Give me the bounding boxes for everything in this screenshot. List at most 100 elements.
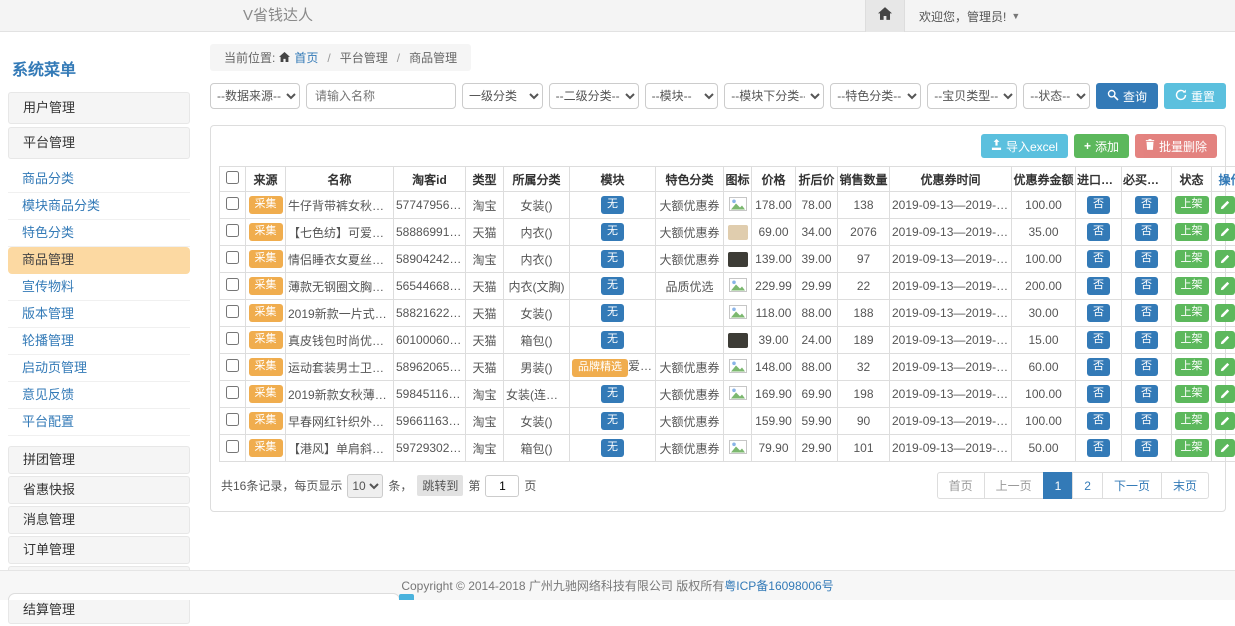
sidebar-sub-product-management[interactable]: 商品管理 xyxy=(8,247,190,274)
row-checkbox[interactable] xyxy=(226,386,239,399)
must-buy-toggle[interactable]: 否 xyxy=(1135,385,1158,402)
must-buy-toggle[interactable]: 否 xyxy=(1135,304,1158,321)
pagination-first[interactable]: 首页 xyxy=(937,472,985,499)
pagination-prev[interactable]: 上一页 xyxy=(984,472,1044,499)
import-select-toggle[interactable]: 否 xyxy=(1087,385,1110,402)
sidebar-sub-promo-material[interactable]: 宣传物料 xyxy=(8,274,190,301)
import-select-toggle[interactable]: 否 xyxy=(1087,196,1110,213)
module-badge[interactable]: 无 xyxy=(601,223,624,240)
sidebar-sub-splash-management[interactable]: 启动页管理 xyxy=(8,355,190,382)
sidebar-item-platform-management[interactable]: 平台管理 xyxy=(8,127,190,159)
module-badge[interactable]: 品牌精选 xyxy=(572,359,628,376)
sidebar-sub-carousel-management[interactable]: 轮播管理 xyxy=(8,328,190,355)
edit-button[interactable] xyxy=(1215,304,1235,322)
user-menu[interactable]: 欢迎您，管理员! ▼ xyxy=(905,0,1235,32)
edit-button[interactable] xyxy=(1215,223,1235,241)
sidebar-sub-product-category[interactable]: 商品分类 xyxy=(8,166,190,193)
module-badge[interactable]: 无 xyxy=(601,196,624,213)
row-checkbox[interactable] xyxy=(226,251,239,264)
module-badge[interactable]: 无 xyxy=(601,304,624,321)
status-toggle[interactable]: 上架 xyxy=(1175,439,1209,456)
row-checkbox[interactable] xyxy=(226,332,239,345)
status-toggle[interactable]: 上架 xyxy=(1175,385,1209,402)
page-size-select[interactable]: 10 xyxy=(347,474,383,498)
status-toggle[interactable]: 上架 xyxy=(1175,277,1209,294)
sidebar-item-user-management[interactable]: 用户管理 xyxy=(8,92,190,124)
sidebar-sub-platform-config[interactable]: 平台配置 xyxy=(8,409,190,436)
bottom-widget-tab[interactable] xyxy=(399,594,414,600)
status-toggle[interactable]: 上架 xyxy=(1175,358,1209,375)
status-toggle[interactable]: 上架 xyxy=(1175,412,1209,429)
module-badge[interactable]: 无 xyxy=(601,439,624,456)
import-excel-button[interactable]: 导入excel xyxy=(981,134,1068,158)
edit-button[interactable] xyxy=(1215,196,1235,214)
sidebar-item-group-buy[interactable]: 拼团管理 xyxy=(8,446,190,474)
edit-button[interactable] xyxy=(1215,250,1235,268)
must-buy-toggle[interactable]: 否 xyxy=(1135,250,1158,267)
row-checkbox[interactable] xyxy=(226,440,239,453)
filter-status-select[interactable]: --状态-- xyxy=(1023,83,1090,109)
import-select-toggle[interactable]: 否 xyxy=(1087,412,1110,429)
sidebar-item-order-management[interactable]: 订单管理 xyxy=(8,536,190,564)
filter-category2-select[interactable]: --二级分类-- xyxy=(549,83,639,109)
import-select-toggle[interactable]: 否 xyxy=(1087,358,1110,375)
status-toggle[interactable]: 上架 xyxy=(1175,223,1209,240)
pagination-next[interactable]: 下一页 xyxy=(1102,472,1162,499)
filter-category1-select[interactable]: 一级分类 xyxy=(462,83,543,109)
edit-button[interactable] xyxy=(1215,277,1235,295)
batch-delete-button[interactable]: 批量删除 xyxy=(1135,134,1217,158)
must-buy-toggle[interactable]: 否 xyxy=(1135,277,1158,294)
pagination-last[interactable]: 末页 xyxy=(1161,472,1209,499)
sidebar-sub-feature-category[interactable]: 特色分类 xyxy=(8,220,190,247)
status-toggle[interactable]: 上架 xyxy=(1175,331,1209,348)
status-toggle[interactable]: 上架 xyxy=(1175,196,1209,213)
icp-link[interactable]: 粤ICP备16098006号 xyxy=(724,579,833,593)
filter-module-select[interactable]: --模块-- xyxy=(645,83,719,109)
edit-button[interactable] xyxy=(1215,331,1235,349)
import-select-toggle[interactable]: 否 xyxy=(1087,439,1110,456)
import-select-toggle[interactable]: 否 xyxy=(1087,250,1110,267)
must-buy-toggle[interactable]: 否 xyxy=(1135,331,1158,348)
row-checkbox[interactable] xyxy=(226,197,239,210)
pagination-page-1[interactable]: 1 xyxy=(1043,472,1074,499)
must-buy-toggle[interactable]: 否 xyxy=(1135,412,1158,429)
sidebar-item-settlement-management[interactable]: 结算管理 xyxy=(8,596,190,624)
breadcrumb-home-link[interactable]: 首页 xyxy=(294,49,318,66)
module-badge[interactable]: 无 xyxy=(601,412,624,429)
import-select-toggle[interactable]: 否 xyxy=(1087,331,1110,348)
filter-module-sub-select[interactable]: --模块下分类-- xyxy=(724,83,824,109)
row-checkbox[interactable] xyxy=(226,278,239,291)
select-all-checkbox[interactable] xyxy=(226,171,239,184)
must-buy-toggle[interactable]: 否 xyxy=(1135,196,1158,213)
module-badge[interactable]: 无 xyxy=(601,277,624,294)
must-buy-toggle[interactable]: 否 xyxy=(1135,358,1158,375)
import-select-toggle[interactable]: 否 xyxy=(1087,223,1110,240)
sidebar-item-message-management[interactable]: 消息管理 xyxy=(8,506,190,534)
row-checkbox[interactable] xyxy=(226,224,239,237)
module-badge[interactable]: 无 xyxy=(601,331,624,348)
edit-button[interactable] xyxy=(1215,439,1235,457)
module-badge[interactable]: 无 xyxy=(601,385,624,402)
module-badge[interactable]: 无 xyxy=(601,250,624,267)
jump-page-input[interactable] xyxy=(485,475,519,497)
must-buy-toggle[interactable]: 否 xyxy=(1135,223,1158,240)
filter-source-select[interactable]: --数据来源-- xyxy=(210,83,300,109)
must-buy-toggle[interactable]: 否 xyxy=(1135,439,1158,456)
row-checkbox[interactable] xyxy=(226,413,239,426)
add-button[interactable]: + 添加 xyxy=(1074,134,1129,158)
import-select-toggle[interactable]: 否 xyxy=(1087,304,1110,321)
filter-feature-select[interactable]: --特色分类-- xyxy=(830,83,921,109)
row-checkbox[interactable] xyxy=(226,305,239,318)
row-checkbox[interactable] xyxy=(226,359,239,372)
edit-button[interactable] xyxy=(1215,385,1235,403)
edit-button[interactable] xyxy=(1215,412,1235,430)
home-button[interactable] xyxy=(865,0,905,32)
edit-button[interactable] xyxy=(1215,358,1235,376)
status-toggle[interactable]: 上架 xyxy=(1175,304,1209,321)
reset-button[interactable]: 重置 xyxy=(1164,83,1226,109)
search-button[interactable]: 查询 xyxy=(1096,83,1158,109)
sidebar-sub-module-product-category[interactable]: 模块商品分类 xyxy=(8,193,190,220)
name-search-input[interactable] xyxy=(306,83,456,109)
sidebar-item-saving-express[interactable]: 省惠快报 xyxy=(8,476,190,504)
import-select-toggle[interactable]: 否 xyxy=(1087,277,1110,294)
